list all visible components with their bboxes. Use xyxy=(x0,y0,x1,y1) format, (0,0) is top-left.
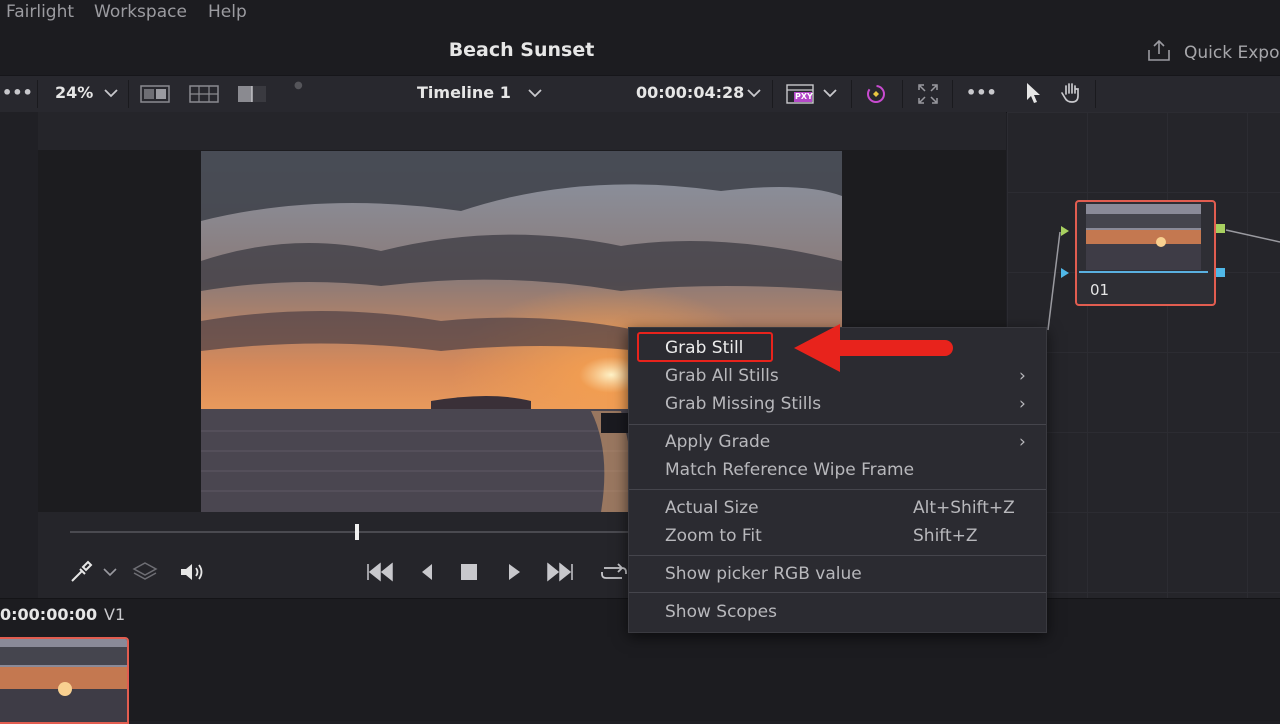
menu-item-show-picker-rgb[interactable]: Show picker RGB value xyxy=(665,564,862,584)
layers-icon[interactable] xyxy=(132,560,158,582)
chevron-down-icon[interactable] xyxy=(747,88,761,110)
title-bar: Beach Sunset Quick Expor xyxy=(0,30,1280,75)
menu-item-zoom-to-fit[interactable]: Zoom to Fit xyxy=(665,526,762,546)
node-thumbnail xyxy=(1086,204,1201,270)
track-label: V1 xyxy=(104,605,126,624)
shortcut-actual-size: Alt+Shift+Z xyxy=(913,498,1015,518)
pointer-icon[interactable] xyxy=(1024,82,1042,104)
dots-icon[interactable]: ••• xyxy=(2,83,33,102)
single-viewer-icon[interactable] xyxy=(140,85,170,107)
menu-item-apply-grade[interactable]: Apply Grade xyxy=(665,432,770,452)
speaker-icon[interactable] xyxy=(178,560,206,584)
divider xyxy=(952,80,953,108)
divider xyxy=(37,80,38,108)
project-title: Beach Sunset xyxy=(448,39,595,61)
viewer-toolbar: ••• 24% ● Timeline 1 00:00:04:28 PXY ••• xyxy=(0,75,1010,113)
chevron-down-icon[interactable] xyxy=(104,88,118,110)
arrow-annotation-icon xyxy=(794,324,953,372)
menu-item-grab-missing-stills[interactable]: Grab Missing Stills xyxy=(665,394,821,414)
node-output-port-rgb[interactable] xyxy=(1216,224,1225,233)
export-icon xyxy=(1148,39,1170,61)
menu-fairlight[interactable]: Fairlight xyxy=(6,2,74,22)
viewer-header xyxy=(38,112,1006,150)
step-back-icon[interactable] xyxy=(418,561,436,583)
menu-separator xyxy=(629,555,1046,556)
left-panel-strip xyxy=(0,112,39,598)
node-toolbar xyxy=(1010,75,1280,113)
divider xyxy=(772,80,773,108)
hand-icon[interactable] xyxy=(1060,81,1082,103)
grid-viewer-icon[interactable] xyxy=(189,85,219,107)
node-output-port-alpha[interactable] xyxy=(1216,268,1225,277)
skip-back-icon[interactable] xyxy=(364,561,396,583)
menu-item-show-scopes[interactable]: Show Scopes xyxy=(665,602,777,622)
magic-icon[interactable] xyxy=(864,82,888,104)
playhead[interactable] xyxy=(355,524,359,540)
proxy-badge: PXY xyxy=(795,92,813,101)
timeline-timecode: 0:00:00:00 xyxy=(0,605,98,624)
menu-workspace[interactable]: Workspace xyxy=(94,2,187,22)
menu-separator xyxy=(629,424,1046,425)
chevron-right-icon: › xyxy=(1019,394,1026,414)
play-icon[interactable] xyxy=(505,561,523,583)
scrubber-track[interactable] xyxy=(70,531,630,533)
divider xyxy=(128,80,129,108)
node-input-ports xyxy=(1061,226,1069,278)
node-label: 01 xyxy=(1090,281,1110,299)
menu-item-actual-size[interactable]: Actual Size xyxy=(665,498,759,518)
menu-item-grab-still[interactable]: Grab Still xyxy=(665,338,743,358)
eyedropper-icon[interactable] xyxy=(68,560,94,584)
chevron-down-icon[interactable] xyxy=(528,88,542,110)
menu-separator xyxy=(629,592,1046,593)
quick-export-label: Quick Expor xyxy=(1184,43,1280,63)
node-graph[interactable] xyxy=(1007,112,1280,598)
stop-icon[interactable] xyxy=(459,562,479,582)
dots-icon[interactable]: ••• xyxy=(966,83,997,102)
shortcut-zoom-to-fit: Shift+Z xyxy=(913,526,978,546)
menu-item-match-reference-wipe-frame[interactable]: Match Reference Wipe Frame xyxy=(665,460,914,480)
menu-bar: Fairlight Workspace Help xyxy=(0,0,1280,30)
zoom-select[interactable]: 24% xyxy=(55,83,93,102)
divider xyxy=(902,80,903,108)
dot-indicator: ● xyxy=(294,80,303,91)
chevron-right-icon: › xyxy=(1019,432,1026,452)
proxy-icon[interactable]: PXY xyxy=(786,83,814,105)
menu-help[interactable]: Help xyxy=(208,2,247,22)
wipe-icon[interactable] xyxy=(237,85,267,107)
chevron-right-icon: › xyxy=(1019,366,1026,386)
fullscreen-icon[interactable] xyxy=(917,83,939,105)
menu-separator xyxy=(629,489,1046,490)
divider xyxy=(851,80,852,108)
timeline-name-select[interactable]: Timeline 1 xyxy=(417,83,511,102)
chevron-down-icon[interactable] xyxy=(103,567,117,577)
chevron-down-icon[interactable] xyxy=(823,88,837,110)
quick-export-button[interactable]: Quick Expor xyxy=(1146,39,1280,63)
timeline-clip[interactable] xyxy=(0,637,129,724)
divider xyxy=(1095,80,1096,108)
skip-forward-icon[interactable] xyxy=(544,561,576,583)
node-progress-line xyxy=(1079,271,1208,273)
timecode-display[interactable]: 00:00:04:28 xyxy=(636,83,744,102)
menu-item-grab-all-stills[interactable]: Grab All Stills xyxy=(665,366,779,386)
loop-icon[interactable] xyxy=(598,560,628,584)
